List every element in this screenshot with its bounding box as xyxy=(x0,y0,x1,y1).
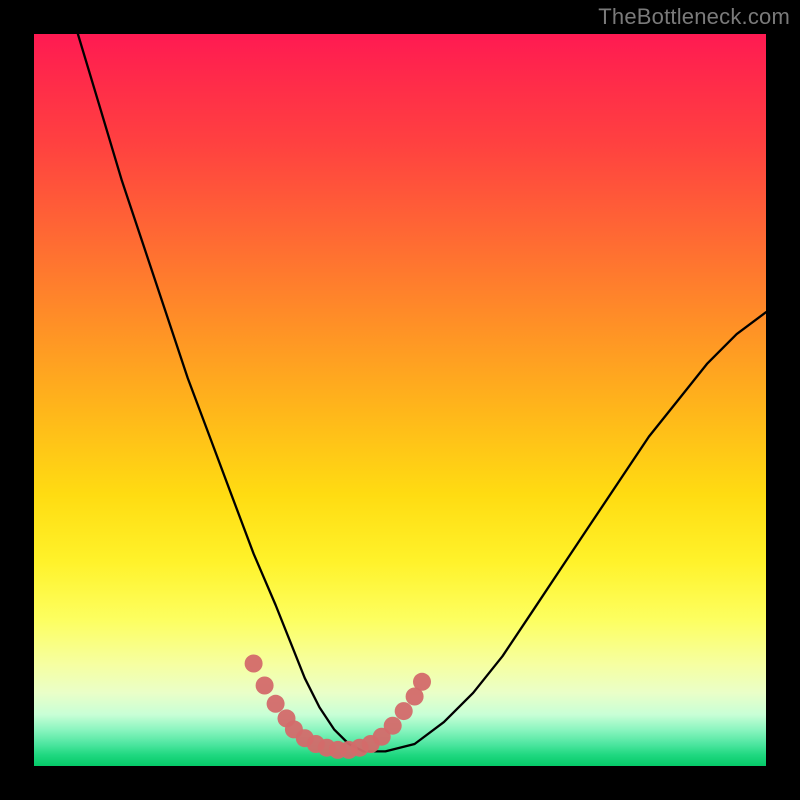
marker-cluster xyxy=(245,655,431,759)
chart-frame: TheBottleneck.com xyxy=(0,0,800,800)
curve-layer xyxy=(34,34,766,766)
marker-dot xyxy=(413,673,431,691)
watermark-text: TheBottleneck.com xyxy=(598,4,790,30)
marker-dot xyxy=(395,702,413,720)
marker-dot xyxy=(245,655,263,673)
plot-area xyxy=(34,34,766,766)
marker-dot xyxy=(267,695,285,713)
marker-dot xyxy=(256,677,274,695)
marker-dot xyxy=(384,717,402,735)
bottleneck-curve xyxy=(78,34,766,751)
